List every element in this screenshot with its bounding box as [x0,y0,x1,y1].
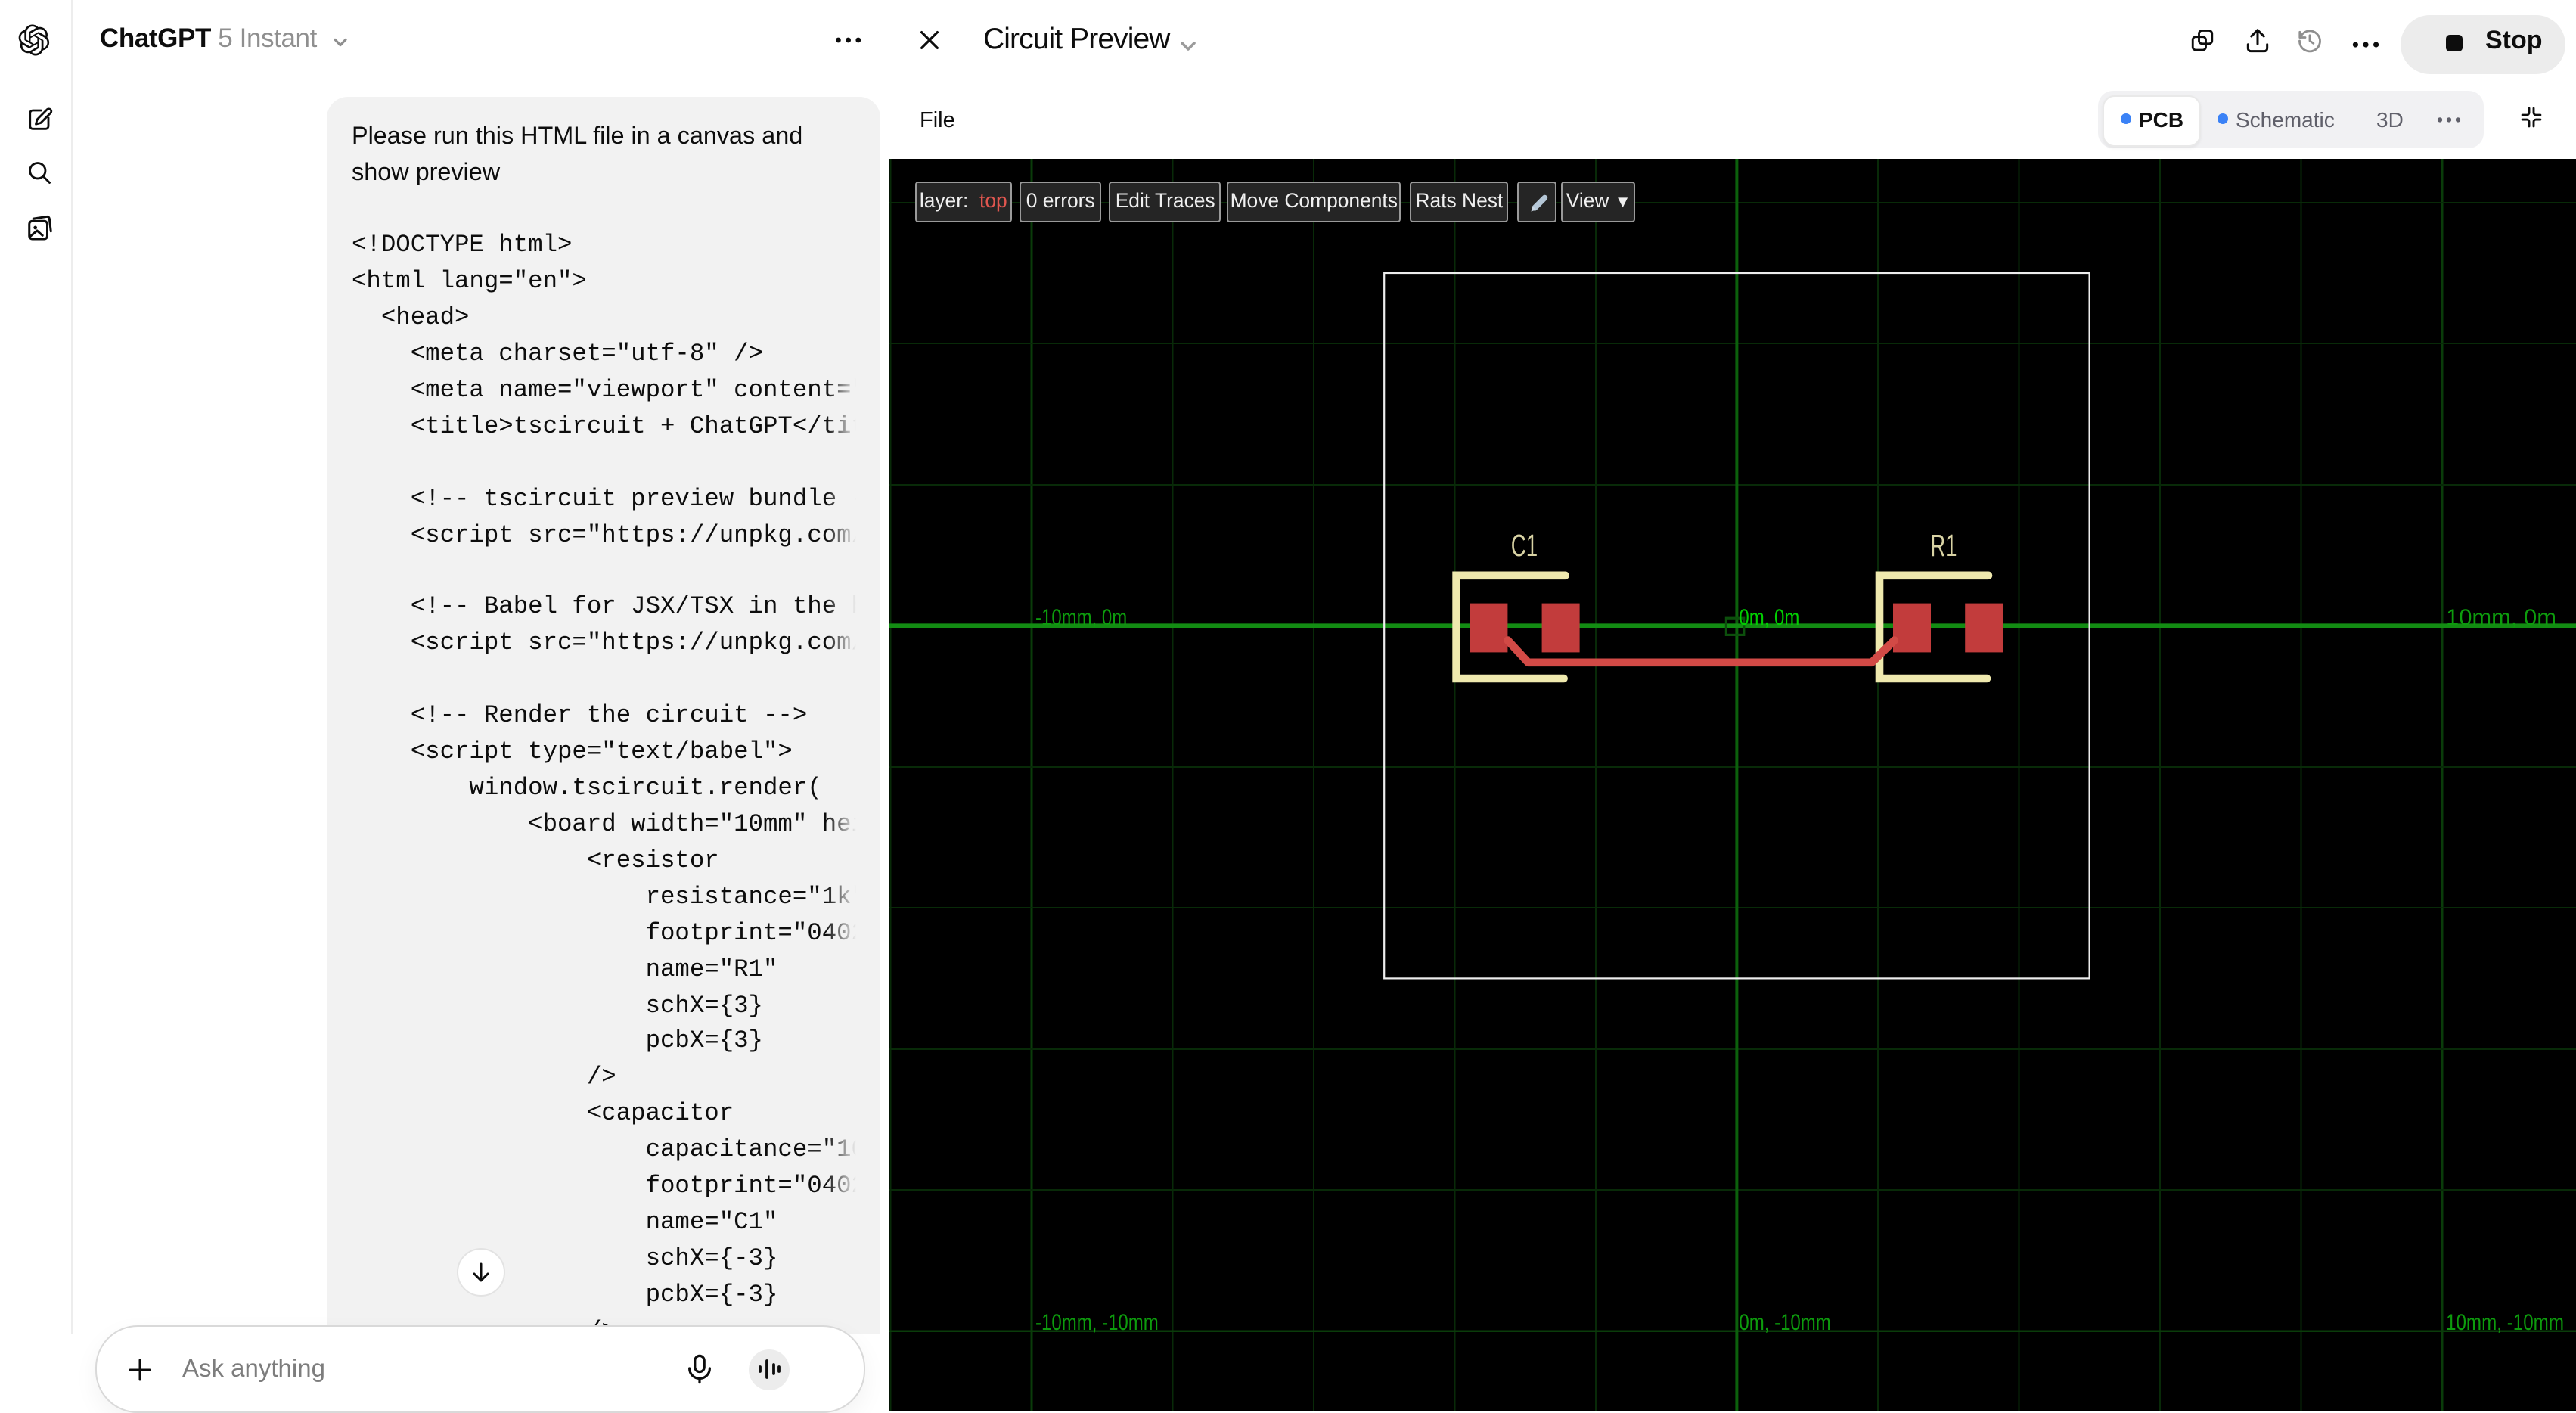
svg-text:10mm, -10mm: 10mm, -10mm [2446,1310,2564,1335]
svg-text:0m, 0m: 0m, 0m [1739,605,1799,630]
svg-text:0m, -10mm: 0m, -10mm [1739,1310,1830,1335]
svg-text:C1: C1 [1511,528,1538,563]
svg-text:R1: R1 [1930,528,1957,563]
svg-text:-10mm, -10mm: -10mm, -10mm [1035,1310,1159,1335]
svg-text:-10mm, 0m: -10mm, 0m [1035,605,1127,630]
svg-text:10mm, 0m: 10mm, 0m [2446,605,2556,630]
